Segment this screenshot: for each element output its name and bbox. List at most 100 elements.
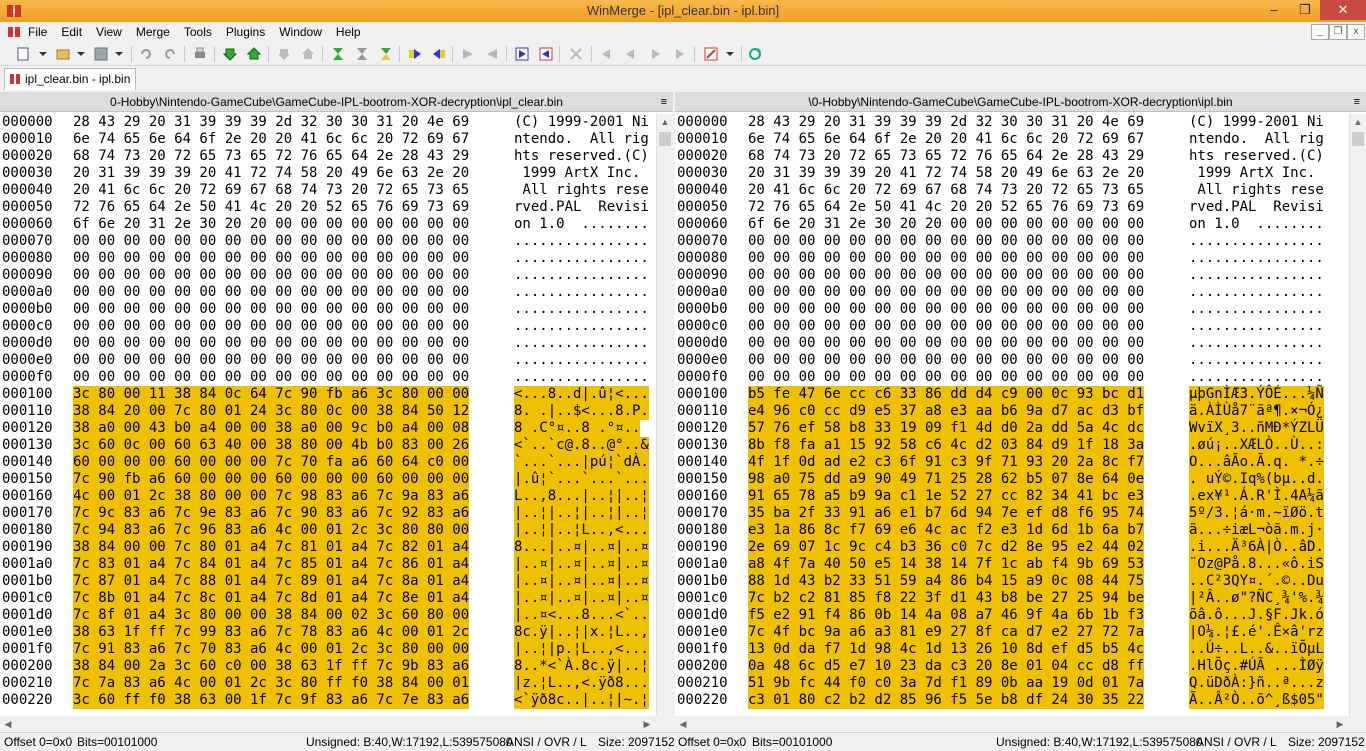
hex-row[interactable]: 000020 68 74 73 20 72 65 73 65 72 76 65 6… bbox=[0, 148, 650, 165]
hex-row[interactable]: 000150 7c 90 fb a6 60 00 00 00 60 00 00 0… bbox=[0, 471, 650, 488]
row-bytes[interactable]: 60 00 00 00 60 00 00 00 7c 70 fa a6 60 6… bbox=[73, 454, 470, 471]
row-ascii[interactable]: on 1.0 ........ bbox=[514, 216, 649, 233]
hex-row[interactable]: 000210 7c 7a 83 a6 4c 00 01 2c 3c 80 ff f… bbox=[0, 675, 650, 692]
scroll-right-icon[interactable]: ▶ bbox=[639, 716, 655, 732]
next-file-button[interactable] bbox=[647, 45, 665, 63]
hex-row[interactable]: 000160 91 65 78 a5 b9 9a c1 1e 52 27 cc 8… bbox=[675, 488, 1325, 505]
row-bytes[interactable]: 91 65 78 a5 b9 9a c1 1e 52 27 cc 82 34 4… bbox=[748, 488, 1145, 505]
row-ascii[interactable]: |..¤|..¤|..¤|..¤ bbox=[514, 573, 649, 590]
row-bytes[interactable]: 68 74 73 20 72 65 73 65 72 76 65 64 2e 2… bbox=[748, 148, 1144, 165]
hex-row[interactable]: 000070 00 00 00 00 00 00 00 00 00 00 00 0… bbox=[675, 233, 1325, 250]
open-button[interactable] bbox=[54, 45, 72, 63]
hex-row[interactable]: 000050 72 76 65 64 2e 50 41 4c 20 20 52 6… bbox=[675, 199, 1325, 216]
hex-row[interactable]: 000150 98 a0 75 dd a9 90 49 71 25 28 62 b… bbox=[675, 471, 1325, 488]
menu-view[interactable]: View bbox=[96, 25, 122, 39]
row-bytes[interactable]: 7c b2 c2 81 85 f8 22 3f d1 43 b8 be 27 2… bbox=[748, 590, 1145, 607]
hex-row[interactable]: 000110 e4 96 c0 cc d9 e5 37 a8 e3 aa b6 9… bbox=[675, 403, 1325, 420]
row-ascii[interactable]: .i...Ä³6À|Ò..âD. bbox=[1189, 539, 1324, 556]
hex-row[interactable]: 0000f0 00 00 00 00 00 00 00 00 00 00 00 0… bbox=[0, 369, 650, 386]
row-bytes[interactable]: 72 76 65 64 2e 50 41 4c 20 20 52 65 76 6… bbox=[748, 199, 1144, 216]
hex-row[interactable]: 0000d0 00 00 00 00 00 00 00 00 00 00 00 0… bbox=[675, 335, 1325, 352]
row-ascii[interactable]: ................ bbox=[1189, 233, 1324, 250]
hex-row[interactable]: 0000b0 00 00 00 00 00 00 00 00 00 00 00 0… bbox=[0, 301, 650, 318]
hex-row[interactable]: 0001c0 7c 8b 01 a4 7c 8c 01 a4 7c 8d 01 a… bbox=[0, 590, 650, 607]
row-ascii[interactable]: ä.ÀÌÙå7¨ãª¶.×¬Ó¿ bbox=[1189, 403, 1324, 420]
hex-row[interactable]: 0001a0 7c 83 01 a4 7c 84 01 a4 7c 85 01 a… bbox=[0, 556, 650, 573]
right-horizontal-scrollbar[interactable]: ◀ ▶ bbox=[675, 716, 1366, 732]
hex-row[interactable]: 0001a0 a8 4f 7a 40 50 e5 14 38 14 7f 1c a… bbox=[675, 556, 1325, 573]
row-ascii[interactable]: |..¦|..¦L..,<... bbox=[514, 522, 649, 539]
menu-edit[interactable]: Edit bbox=[61, 25, 82, 39]
options-dropdown[interactable] bbox=[721, 45, 739, 63]
row-bytes[interactable]: 13 0d da f7 1d 98 4c 1d 13 26 10 8d ef d… bbox=[748, 641, 1145, 658]
copy-left-button[interactable] bbox=[430, 45, 448, 63]
hex-row[interactable]: 000200 38 84 00 2a 3c 60 c0 00 38 63 1f f… bbox=[0, 658, 650, 675]
row-ascii[interactable]: |..¦|..¦|..¦|..¦ bbox=[514, 505, 649, 522]
row-bytes[interactable]: 7c 87 01 a4 7c 88 01 a4 7c 89 01 a4 7c 8… bbox=[73, 573, 470, 590]
hex-row[interactable]: 000130 8b f8 fa a1 15 92 58 c6 4c d2 03 8… bbox=[675, 437, 1325, 454]
menu-file[interactable]: File bbox=[28, 25, 47, 39]
doc-close-button[interactable]: x bbox=[1347, 24, 1365, 40]
row-ascii[interactable]: |.û¦`...`...`... bbox=[514, 471, 649, 488]
row-bytes[interactable]: 3c 60 0c 00 60 63 40 00 38 80 00 4b b0 8… bbox=[73, 437, 470, 454]
row-ascii[interactable]: ................ bbox=[514, 233, 649, 250]
row-bytes[interactable]: 6e 74 65 6e 64 6f 2e 20 20 41 6c 6c 20 7… bbox=[748, 131, 1144, 148]
right-vertical-scrollbar[interactable]: ▲ ▼ bbox=[1349, 114, 1366, 732]
row-ascii[interactable]: ntendo. All rig bbox=[514, 131, 649, 148]
row-bytes[interactable]: e4 96 c0 cc d9 e5 37 a8 e3 aa b6 9a d7 a… bbox=[748, 403, 1145, 420]
compare-button[interactable] bbox=[567, 45, 585, 63]
hex-row[interactable]: 0001f0 7c 91 83 a6 7c 70 83 a6 4c 00 01 2… bbox=[0, 641, 650, 658]
row-bytes[interactable]: 28 43 29 20 31 39 39 39 2d 32 30 30 31 2… bbox=[73, 114, 469, 131]
row-bytes[interactable]: 7c 91 83 a6 7c 70 83 a6 4c 00 01 2c 3c 8… bbox=[73, 641, 470, 658]
current-diff-button[interactable] bbox=[353, 45, 371, 63]
row-bytes[interactable]: 00 00 00 00 00 00 00 00 00 00 00 00 00 0… bbox=[748, 301, 1144, 318]
row-bytes[interactable]: 00 00 00 00 00 00 00 00 00 00 00 00 00 0… bbox=[748, 335, 1144, 352]
hex-row[interactable]: 0000c0 00 00 00 00 00 00 00 00 00 00 00 0… bbox=[675, 318, 1325, 335]
hex-row[interactable]: 000100 3c 80 00 11 38 84 0c 64 7c 90 fb a… bbox=[0, 386, 650, 403]
row-bytes[interactable]: 6e 74 65 6e 64 6f 2e 20 20 41 6c 6c 20 7… bbox=[73, 131, 469, 148]
hex-row[interactable]: 000060 6f 6e 20 31 2e 30 20 20 00 00 00 0… bbox=[675, 216, 1325, 233]
row-bytes[interactable]: 4f 1f 0d ad e2 c3 6f 91 c3 9f 71 93 20 2… bbox=[748, 454, 1145, 471]
hex-row[interactable]: 000100 b5 fe 47 6e cc c6 33 86 dd d4 c9 0… bbox=[675, 386, 1325, 403]
row-bytes[interactable]: 6f 6e 20 31 2e 30 20 20 00 00 00 00 00 0… bbox=[73, 216, 469, 233]
hex-row[interactable]: 0001d0 7c 8f 01 a4 3c 80 00 00 38 84 00 0… bbox=[0, 607, 650, 624]
hex-row[interactable]: 000170 35 ba 2f 33 91 a6 e1 b7 6d 94 7e e… bbox=[675, 505, 1325, 522]
row-bytes[interactable]: 20 31 39 39 39 20 41 72 74 58 20 49 6e 6… bbox=[73, 165, 469, 182]
row-ascii[interactable]: .ex¥¹.Á.R'Ì.4A¼ã bbox=[1189, 488, 1324, 505]
row-bytes[interactable]: 00 00 00 00 00 00 00 00 00 00 00 00 00 0… bbox=[73, 284, 469, 301]
row-bytes[interactable]: 3c 60 ff f0 38 63 00 1f 7c 9f 83 a6 7c 7… bbox=[73, 692, 470, 709]
new-dropdown[interactable] bbox=[34, 45, 52, 63]
doc-restore-button[interactable]: ❐ bbox=[1329, 24, 1347, 40]
row-ascii[interactable]: All rights rese bbox=[1189, 182, 1323, 199]
row-bytes[interactable]: 00 00 00 00 00 00 00 00 00 00 00 00 00 0… bbox=[73, 335, 469, 352]
row-bytes[interactable]: b5 fe 47 6e cc c6 33 86 dd d4 c9 00 0c 9… bbox=[748, 386, 1145, 403]
hex-row[interactable]: 000000 28 43 29 20 31 39 39 39 2d 32 30 3… bbox=[0, 114, 650, 131]
hex-row[interactable]: 000040 20 41 6c 6c 20 72 69 67 68 74 73 2… bbox=[0, 182, 650, 199]
row-bytes[interactable]: 7c 4f bc 9a a6 a3 81 e9 27 8f ca d7 e2 2… bbox=[748, 624, 1145, 641]
left-vertical-scrollbar[interactable]: ▲ ▼ bbox=[656, 114, 673, 732]
row-ascii[interactable]: |..¤|..¤|..¤|..¤ bbox=[514, 556, 649, 573]
hex-row[interactable]: 0001c0 7c b2 c2 81 85 f8 22 3f d1 43 b8 b… bbox=[675, 590, 1325, 607]
row-ascii[interactable]: ................ bbox=[1189, 250, 1324, 267]
print-button[interactable] bbox=[191, 45, 209, 63]
all-left-button[interactable] bbox=[537, 45, 555, 63]
row-ascii[interactable]: . uÝ©.Iq%(bµ..d. bbox=[1189, 471, 1324, 488]
row-ascii[interactable]: ................ bbox=[514, 284, 649, 301]
row-bytes[interactable]: 7c 8f 01 a4 3c 80 00 00 38 84 00 02 3c 6… bbox=[73, 607, 470, 624]
row-ascii[interactable]: 8c.ÿ|..¦|x.¦L.., bbox=[514, 624, 649, 641]
copy-right-advance-button[interactable] bbox=[459, 45, 477, 63]
row-ascii[interactable]: on 1.0 ........ bbox=[1189, 216, 1324, 233]
row-ascii[interactable]: ................ bbox=[1189, 284, 1324, 301]
menu-tools[interactable]: Tools bbox=[184, 25, 212, 39]
doc-minimize-button[interactable]: _ bbox=[1311, 24, 1329, 40]
row-bytes[interactable]: 7c 90 fb a6 60 00 00 00 60 00 00 00 60 0… bbox=[73, 471, 470, 488]
row-bytes[interactable]: 00 00 00 00 00 00 00 00 00 00 00 00 00 0… bbox=[748, 250, 1144, 267]
row-ascii[interactable]: 1999 ArtX Inc. bbox=[1189, 165, 1324, 182]
row-ascii[interactable]: |..¦|p.¦L..,<... bbox=[514, 641, 649, 658]
row-bytes[interactable]: 88 1d 43 b2 33 51 59 a4 86 b4 15 a9 0c 0… bbox=[748, 573, 1145, 590]
row-ascii[interactable]: ................ bbox=[1189, 301, 1324, 318]
hex-row[interactable]: 000140 60 00 00 00 60 00 00 00 7c 70 fa a… bbox=[0, 454, 650, 471]
close-button[interactable]: ✕ bbox=[1320, 0, 1366, 20]
hex-row[interactable]: 000000 28 43 29 20 31 39 39 39 2d 32 30 3… bbox=[675, 114, 1325, 131]
row-ascii[interactable]: 8...|..¤|..¤|..¤ bbox=[514, 539, 649, 556]
